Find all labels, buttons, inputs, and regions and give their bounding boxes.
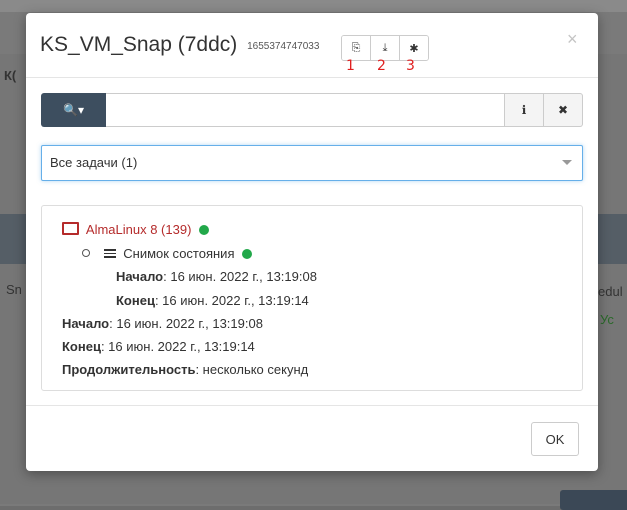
vm-name: AlmaLinux 8 (139) — [85, 222, 192, 237]
task-filter-select[interactable]: Все задачи (1) — [41, 145, 583, 181]
modal-title: KS_VM_Snap (7ddc) 1655374747033 — [40, 33, 319, 57]
search-icon: 🔍▾ — [63, 103, 84, 117]
status-dot-icon — [242, 249, 253, 259]
info-icon: ℹ — [521, 103, 527, 117]
task-filter-value: Все задачи (1) — [50, 155, 138, 170]
clear-icon: ✖ — [557, 103, 569, 117]
task-duration: Продолжительность: несколько секунд — [62, 362, 308, 377]
modal-header: KS_VM_Snap (7ddc) 1655374747033 ⎘ ⤓ ✱ 1 … — [26, 13, 598, 78]
subtask-name: Снимок состояния — [123, 246, 235, 261]
copy-icon: ⎘ — [351, 41, 361, 54]
task-end-label: Конец — [62, 339, 101, 354]
bullet-icon — [82, 249, 90, 257]
download-icon: ⤓ — [382, 41, 388, 54]
subtask-start: Начало: 16 июн. 2022 г., 13:19:08 — [116, 269, 317, 284]
background-text: Sn — [6, 282, 22, 297]
subtask-end: Конец: 16 июн. 2022 г., 13:19:14 — [116, 293, 309, 308]
search-input[interactable] — [106, 93, 504, 127]
background-text: К( — [4, 68, 17, 83]
background-text: Ус — [600, 312, 614, 327]
copy-button[interactable]: ⎘ — [342, 36, 371, 60]
task-start: Начало: 16 июн. 2022 г., 13:19:08 — [62, 316, 263, 331]
task-start-label: Начало — [62, 316, 110, 331]
subtask-start-label: Начало — [116, 269, 164, 284]
ok-button[interactable]: OK — [531, 422, 579, 456]
annotation-marker-1: 1 — [346, 58, 355, 74]
subtask-end-value: : 16 июн. 2022 г., 13:19:14 — [154, 293, 309, 308]
download-button[interactable]: ⤓ — [371, 36, 400, 60]
task-end-value: : 16 июн. 2022 г., 13:19:14 — [100, 339, 255, 354]
background-topbar — [0, 0, 627, 12]
subtask-end-label: Конец — [116, 293, 155, 308]
background-button — [560, 490, 627, 510]
bug-button[interactable]: ✱ — [400, 36, 428, 60]
task-modal: KS_VM_Snap (7ddc) 1655374747033 ⎘ ⤓ ✱ 1 … — [26, 13, 598, 471]
subtask-start-value: : 16 июн. 2022 г., 13:19:08 — [163, 269, 317, 284]
search-bar: 🔍▾ ℹ ✖ — [41, 93, 583, 127]
modal-footer: OK — [26, 405, 598, 472]
modal-title-id: 1655374747033 — [247, 41, 320, 52]
annotation-marker-3: 3 — [406, 58, 415, 74]
bug-icon: ✱ — [409, 42, 419, 55]
subtask-item[interactable]: Снимок состояния — [82, 246, 253, 261]
modal-title-text: KS_VM_Snap (7ddc) — [40, 33, 238, 56]
close-icon[interactable]: × — [567, 29, 578, 50]
monitor-icon — [62, 222, 79, 235]
task-end: Конец: 16 июн. 2022 г., 13:19:14 — [62, 339, 255, 354]
task-duration-label: Продолжительность — [62, 362, 196, 377]
server-icon — [103, 249, 116, 258]
task-start-value: : 16 июн. 2022 г., 13:19:08 — [109, 316, 263, 331]
info-button[interactable]: ℹ — [504, 93, 544, 127]
vm-task-item[interactable]: AlmaLinux 8 (139) — [62, 222, 210, 237]
chevron-down-icon — [562, 160, 572, 165]
status-dot-icon — [199, 225, 210, 235]
clear-search-button[interactable]: ✖ — [544, 93, 583, 127]
task-list: AlmaLinux 8 (139) Снимок состояния Начал… — [41, 205, 583, 391]
annotation-marker-2: 2 — [377, 58, 386, 74]
search-menu-button[interactable]: 🔍▾ — [41, 93, 106, 127]
task-duration-value: : несколько секунд — [195, 362, 309, 377]
background-text: edul — [598, 284, 623, 299]
